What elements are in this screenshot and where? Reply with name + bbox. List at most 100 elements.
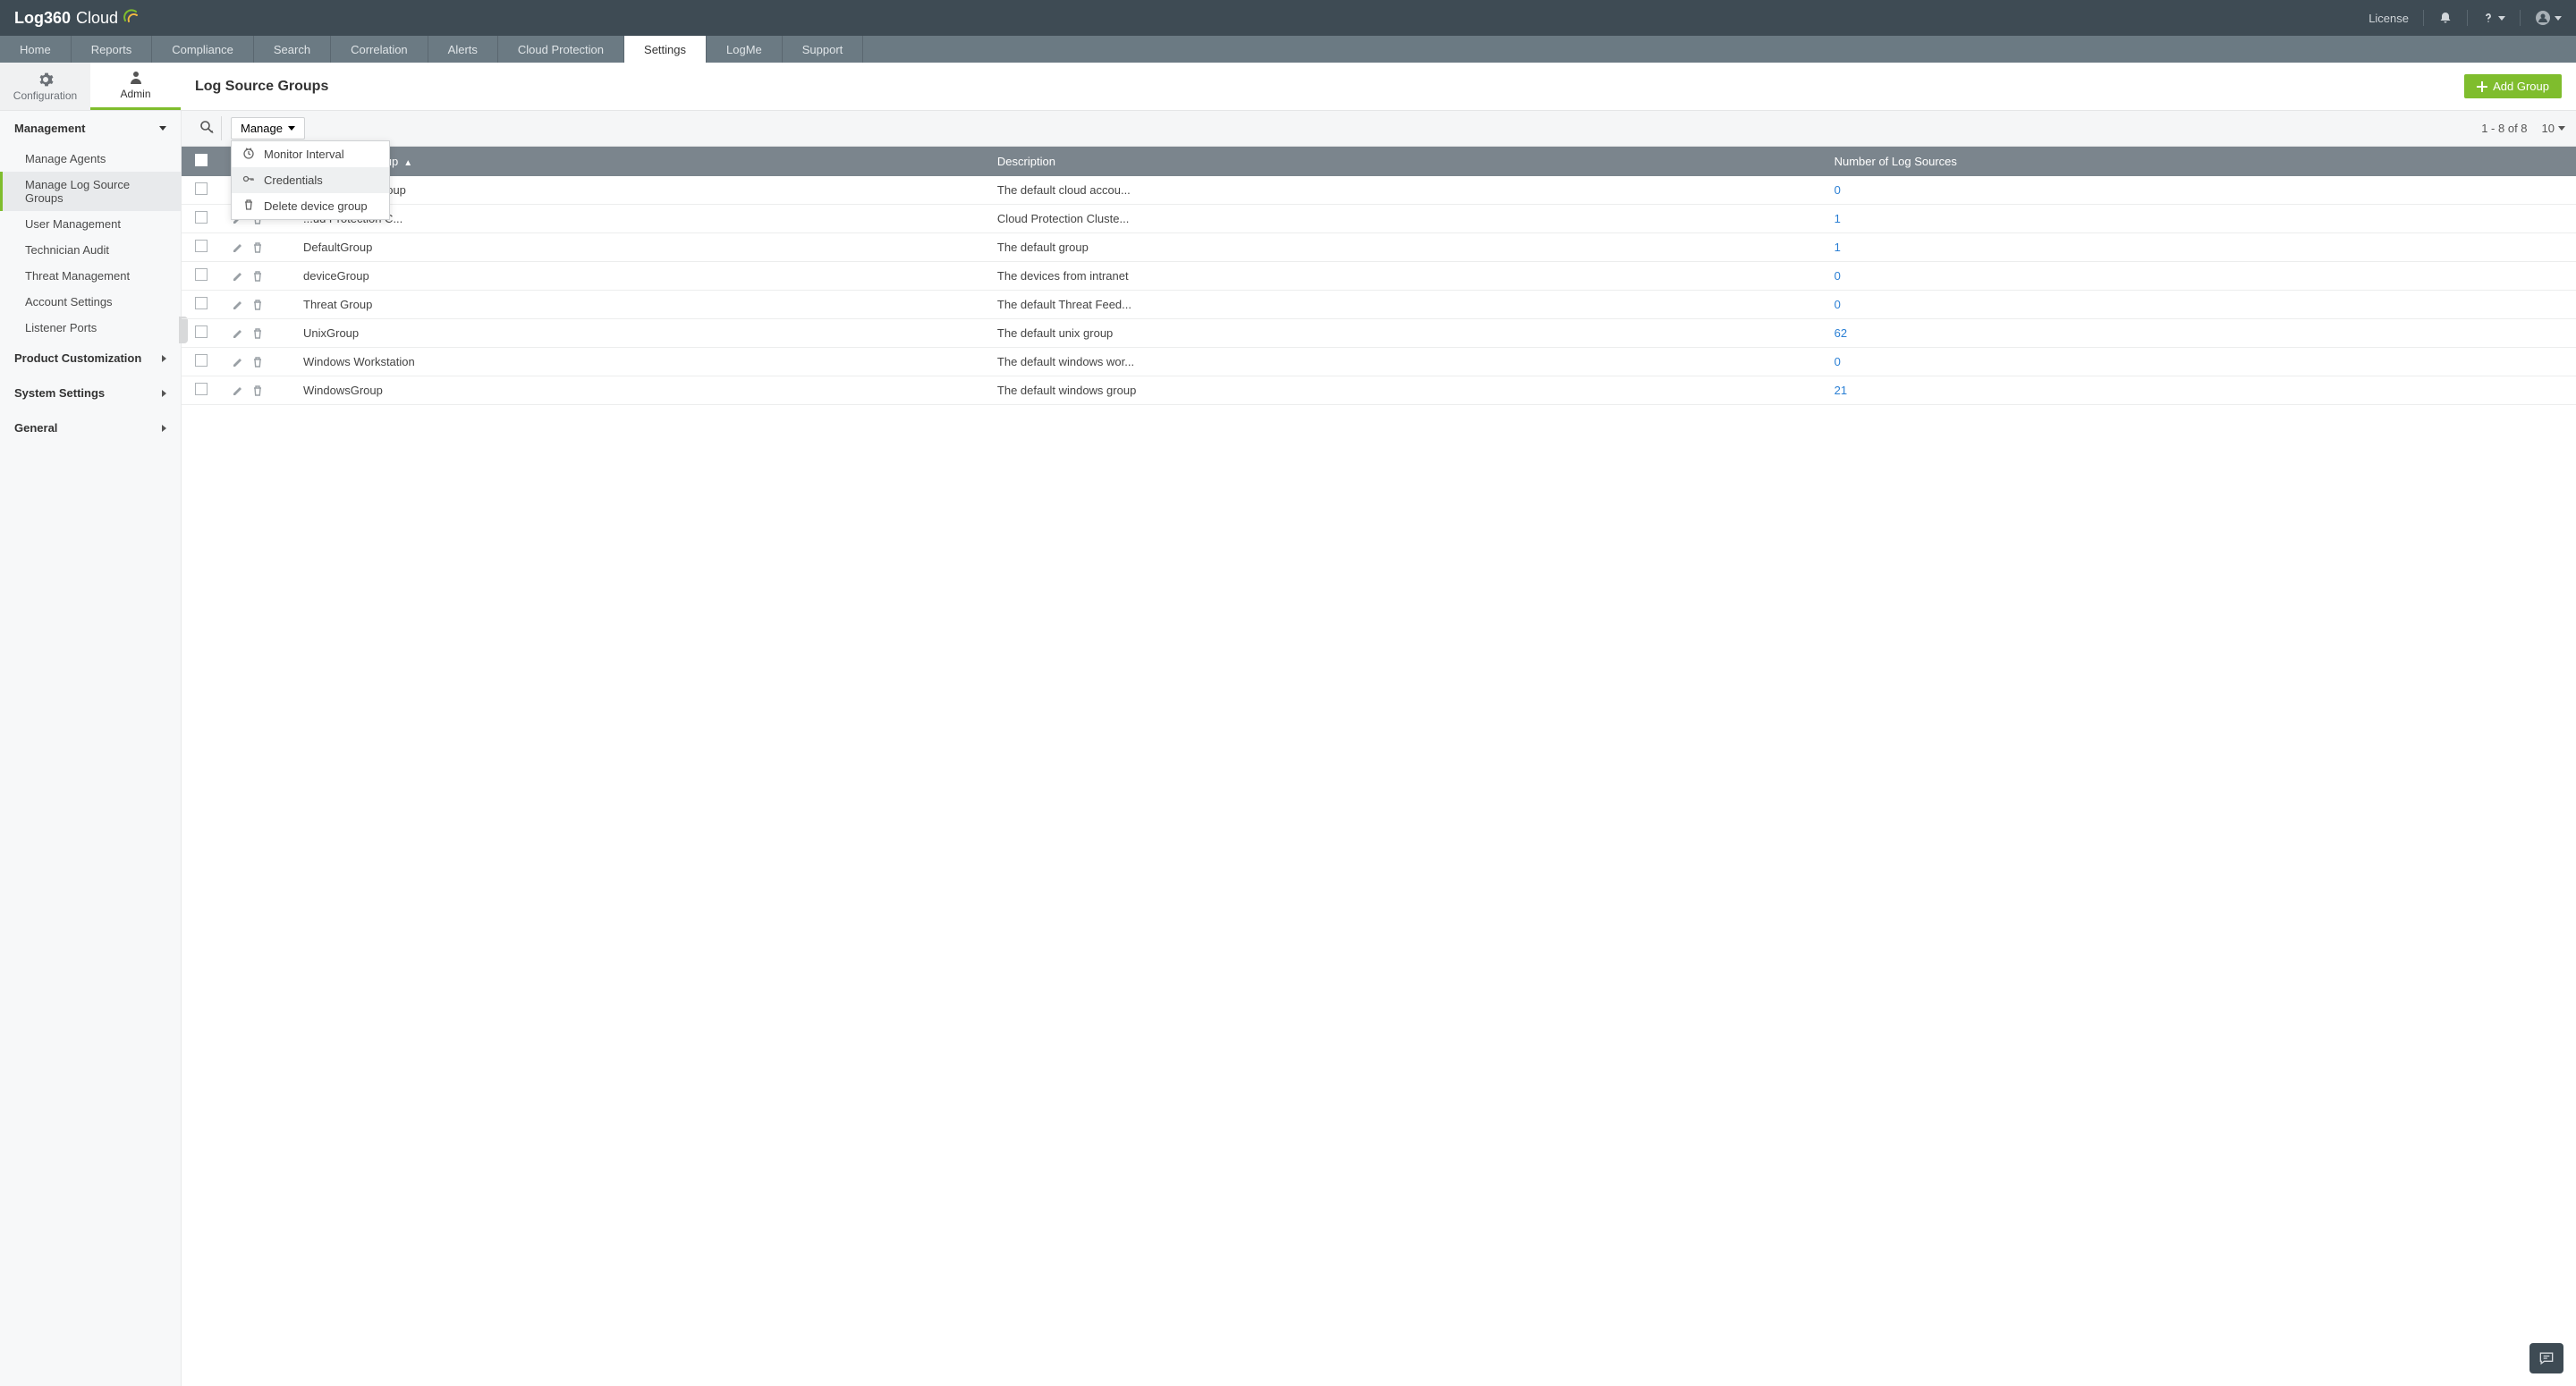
help-menu[interactable]: [2482, 12, 2505, 24]
row-name: deviceGroup: [292, 262, 987, 291]
sidebar-item-technician-audit[interactable]: Technician Audit: [0, 237, 181, 263]
edit-icon[interactable]: [232, 384, 244, 398]
main-nav-tab-cloud-protection[interactable]: Cloud Protection: [498, 36, 624, 63]
main-nav-tab-reports[interactable]: Reports: [72, 36, 153, 63]
edit-icon[interactable]: [232, 241, 244, 255]
sidebar-item-manage-log-source-groups[interactable]: Manage Log Source Groups: [0, 172, 181, 211]
row-checkbox[interactable]: [195, 325, 208, 338]
edit-icon[interactable]: [232, 298, 244, 312]
row-description: The default cloud accou...: [987, 176, 1824, 205]
manage-menu-delete-device-group[interactable]: Delete device group: [232, 193, 389, 219]
row-actions: [221, 319, 292, 348]
delete-icon[interactable]: [251, 241, 264, 255]
main-nav-tab-compliance[interactable]: Compliance: [152, 36, 254, 63]
row-checkbox[interactable]: [195, 240, 208, 252]
caret-right-icon: [162, 355, 166, 362]
row-checkbox[interactable]: [195, 383, 208, 395]
product-logo: Log360 Cloud: [14, 8, 140, 29]
count-link[interactable]: 1: [1835, 241, 1841, 254]
row-checkbox[interactable]: [195, 297, 208, 309]
main-nav-tab-logme[interactable]: LogMe: [707, 36, 783, 63]
count-link[interactable]: 0: [1835, 183, 1841, 197]
row-checkbox[interactable]: [195, 354, 208, 367]
column-header-name[interactable]: Log Source Group▲: [292, 147, 987, 176]
user-menu[interactable]: [2535, 10, 2562, 26]
main-nav-tab-alerts[interactable]: Alerts: [428, 36, 498, 63]
sidebar-item-account-settings[interactable]: Account Settings: [0, 289, 181, 315]
sidebar-section-system-settings[interactable]: System Settings: [0, 376, 181, 410]
edit-icon[interactable]: [232, 355, 244, 369]
main-nav-tab-search[interactable]: Search: [254, 36, 331, 63]
sub-nav-tab-configuration[interactable]: Configuration: [0, 63, 90, 110]
chat-fab[interactable]: [2529, 1343, 2563, 1373]
main-nav-tab-support[interactable]: Support: [783, 36, 864, 63]
row-checkbox-cell: [182, 233, 221, 262]
manage-menu-credentials[interactable]: Credentials: [232, 167, 389, 193]
row-checkbox[interactable]: [195, 211, 208, 224]
delete-icon[interactable]: [251, 298, 264, 312]
sub-nav-tabs: ConfigurationAdmin: [0, 63, 181, 111]
edit-icon[interactable]: [232, 326, 244, 341]
caret-down-icon: [159, 126, 166, 131]
table-row: ...ud Protection C...Cloud Protection Cl…: [182, 205, 2576, 233]
manage-button[interactable]: Manage Monitor IntervalCredentialsDelete…: [231, 117, 305, 139]
main-nav-tab-correlation[interactable]: Correlation: [331, 36, 428, 63]
select-all-checkbox[interactable]: [195, 154, 208, 166]
row-name: DefaultGroup: [292, 233, 987, 262]
caret-down-icon: [2558, 126, 2565, 131]
sub-nav-tab-admin[interactable]: Admin: [90, 63, 181, 110]
row-count: 0: [1824, 291, 2576, 319]
license-link[interactable]: License: [2368, 12, 2409, 25]
sidebar-section-management[interactable]: Management: [0, 111, 181, 146]
delete-icon[interactable]: [251, 384, 264, 398]
row-name: Threat Group: [292, 291, 987, 319]
row-checkbox-cell: [182, 176, 221, 205]
count-link[interactable]: 62: [1835, 326, 1847, 340]
divider: [2423, 10, 2424, 26]
caret-right-icon: [162, 390, 166, 397]
delete-icon[interactable]: [251, 326, 264, 341]
count-link[interactable]: 1: [1835, 212, 1841, 225]
sidebar-item-threat-management[interactable]: Threat Management: [0, 263, 181, 289]
manage-dropdown: Monitor IntervalCredentialsDelete device…: [231, 140, 390, 220]
edit-icon[interactable]: [232, 269, 244, 283]
row-name: ...ud Protection C...: [292, 205, 987, 233]
column-header-description[interactable]: Description: [987, 147, 1824, 176]
row-description: The default windows group: [987, 376, 1824, 405]
caret-down-icon: [2555, 16, 2562, 21]
count-link[interactable]: 21: [1835, 384, 1847, 397]
pagesize-select[interactable]: 10: [2542, 122, 2565, 135]
table-row: DefaultGroupThe default group1: [182, 233, 2576, 262]
manage-menu-monitor-interval[interactable]: Monitor Interval: [232, 141, 389, 167]
row-checkbox[interactable]: [195, 268, 208, 281]
delete-icon[interactable]: [251, 269, 264, 283]
add-group-button[interactable]: Add Group: [2464, 74, 2562, 98]
count-link[interactable]: 0: [1835, 298, 1841, 311]
select-all-header[interactable]: [182, 147, 221, 176]
notifications-icon[interactable]: [2438, 11, 2453, 25]
sidebar-item-manage-agents[interactable]: Manage Agents: [0, 146, 181, 172]
count-link[interactable]: 0: [1835, 355, 1841, 368]
sub-nav-area: ConfigurationAdmin Log Source Groups Add…: [0, 63, 2576, 111]
delete-icon[interactable]: [251, 355, 264, 369]
count-link[interactable]: 0: [1835, 269, 1841, 283]
main-nav-tab-home[interactable]: Home: [0, 36, 72, 63]
sidebar-section-product-customization[interactable]: Product Customization: [0, 341, 181, 376]
row-description: The devices from intranet: [987, 262, 1824, 291]
caret-down-icon: [2498, 16, 2505, 21]
row-checkbox-cell: [182, 348, 221, 376]
sidebar: ManagementManage AgentsManage Log Source…: [0, 111, 182, 1386]
row-checkbox[interactable]: [195, 182, 208, 195]
sidebar-item-listener-ports[interactable]: Listener Ports: [0, 315, 181, 341]
row-description: Cloud Protection Cluste...: [987, 205, 1824, 233]
logo-swoosh-icon: [123, 8, 140, 29]
search-icon[interactable]: [192, 116, 222, 140]
column-header-count[interactable]: Number of Log Sources: [1824, 147, 2576, 176]
row-description: The default Threat Feed...: [987, 291, 1824, 319]
sidebar-section-general[interactable]: General: [0, 410, 181, 445]
table-row: Windows WorkstationThe default windows w…: [182, 348, 2576, 376]
row-checkbox-cell: [182, 262, 221, 291]
sidebar-item-user-management[interactable]: User Management: [0, 211, 181, 237]
row-name: ...ud Account Group: [292, 176, 987, 205]
main-nav-tab-settings[interactable]: Settings: [624, 36, 707, 63]
